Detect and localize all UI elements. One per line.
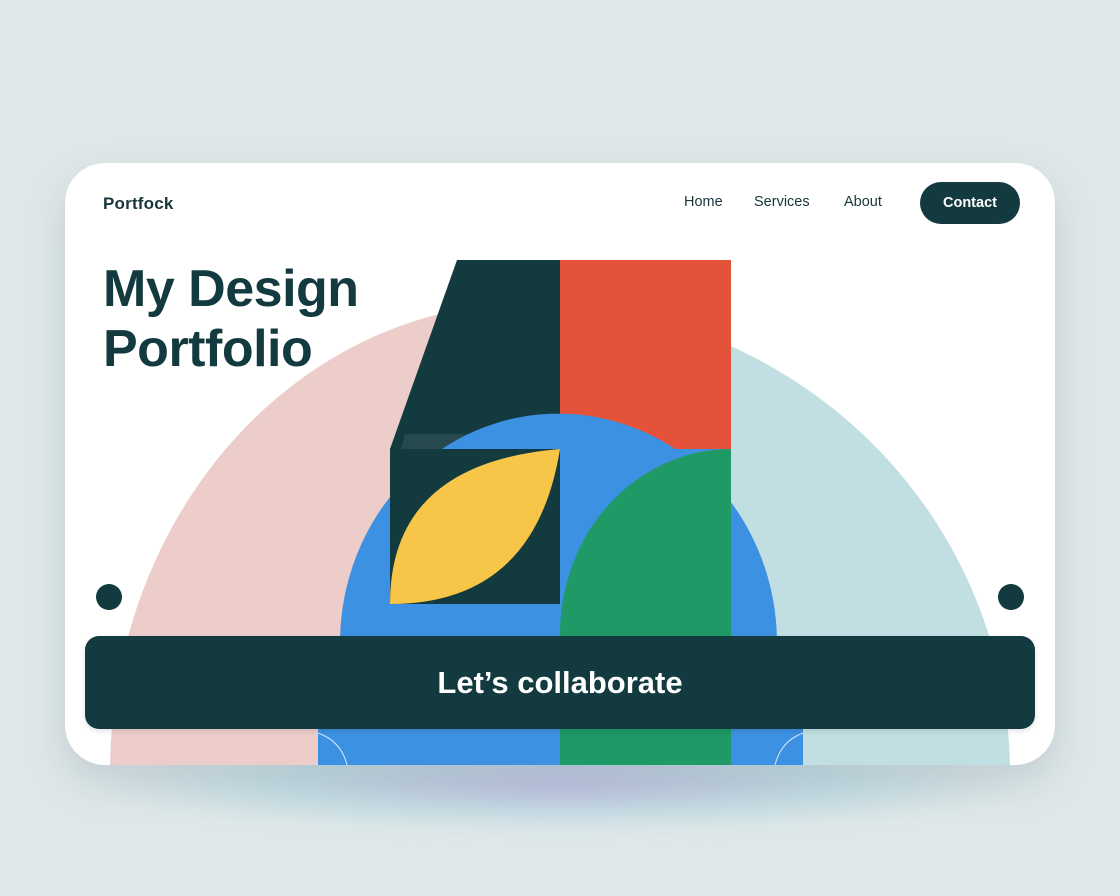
- blue-lower-panel: [318, 723, 560, 765]
- nav-link-about[interactable]: About: [844, 194, 882, 210]
- collaborate-cta-button[interactable]: Let’s collaborate: [85, 636, 1035, 729]
- contact-button[interactable]: Contact: [920, 182, 1020, 224]
- hero-title-line-1: My Design: [103, 260, 359, 318]
- blue-lower-panel-right: [731, 723, 803, 765]
- nav-link-home[interactable]: Home: [684, 194, 723, 210]
- hero-title-line-2: Portfolio: [103, 320, 313, 378]
- nav-link-services[interactable]: Services: [754, 194, 810, 210]
- carousel-prev-dot[interactable]: [96, 584, 122, 610]
- carousel-next-dot[interactable]: [998, 584, 1024, 610]
- green-lower-panel: [560, 723, 731, 765]
- portfolio-card: Portfock Home Services About Contact My …: [65, 163, 1055, 765]
- hero-title: My Design Portfolio: [103, 259, 359, 379]
- brand-logo[interactable]: Portfock: [103, 194, 174, 214]
